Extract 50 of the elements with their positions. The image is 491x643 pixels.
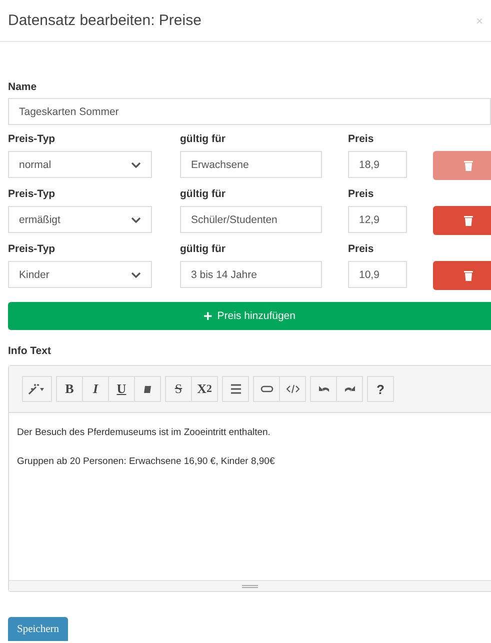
chevron-down-icon [131,216,141,222]
code-icon [286,383,300,395]
list-icon [228,383,242,395]
price-type-select[interactable]: ermäßigt [8,206,152,233]
field-label: Info Text [8,345,51,359]
field-label: Preis [348,242,375,257]
field-label: Preis-Typ [8,242,56,257]
delete-button[interactable] [433,206,491,235]
valid-for-field[interactable]: Erwachsene [180,151,322,178]
italic-button[interactable]: I [82,376,109,402]
toolbar-button[interactable] [134,376,161,402]
toolbar-button[interactable] [279,376,306,402]
paragraph: Gruppen ab 20 Personen: Erwachsene 16,90 €, Kinder 8,90€ [17,456,276,467]
field-label: Preis [348,187,375,202]
help-button[interactable]: ? [367,376,394,402]
field-label: Preis [348,132,375,147]
field-label: Preis-Typ [8,132,56,147]
strikethrough-button[interactable]: S [165,376,192,402]
underline-button[interactable]: U [108,376,135,402]
trash-icon [464,215,472,226]
toolbar-button[interactable] [336,376,363,402]
link-icon [260,383,274,395]
valid-for-field[interactable]: 3 bis 14 Jahre [180,261,322,288]
field-label: gültig für [180,132,226,147]
field-label: Name [8,81,37,95]
bold-button[interactable]: B [56,376,83,402]
trash-icon [464,160,472,171]
field-label: gültig für [180,242,226,257]
delete-button[interactable] [433,261,491,290]
chevron-down-icon [131,272,141,278]
paragraph: Der Besuch des Pferdemuseums ist im Zooeintritt enthalten. [17,427,272,438]
resize-handle-icon[interactable] [242,584,258,588]
save-button[interactable]: Speichern [8,617,68,641]
magic-wand-icon [28,383,46,395]
toolbar-button[interactable] [222,376,249,402]
price-field[interactable]: 10,9 [348,261,407,288]
trash-icon [464,270,472,281]
price-type-select[interactable]: Kinder [8,261,152,288]
price-type-select[interactable]: normal [8,151,152,178]
toolbar-button[interactable] [310,376,337,402]
dialog-title: Datensatz bearbeiten: Preise [8,12,202,29]
price-field[interactable]: 12,9 [348,206,407,233]
valid-for-field[interactable]: Schüler/Studenten [180,206,322,233]
field-label: Preis-Typ [8,187,56,202]
toolbar-button[interactable] [253,376,280,402]
chevron-down-icon [131,162,141,168]
name-field[interactable]: Tageskarten Sommer [8,98,491,125]
price-field[interactable]: 18,9 [348,151,407,178]
field-label: gültig für [180,187,226,202]
toolbar-button[interactable] [22,376,52,402]
